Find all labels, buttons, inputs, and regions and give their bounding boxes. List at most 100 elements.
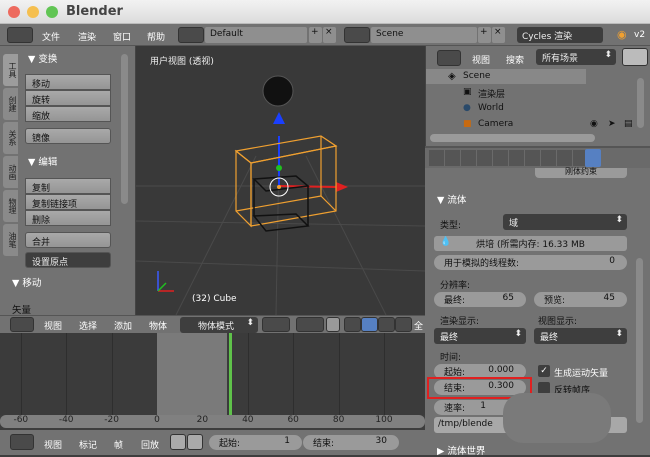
move-operator-panel-header[interactable]: ▼ 移动 [12, 275, 41, 289]
menu-timeline-view[interactable]: 视图 [44, 438, 62, 451]
threads-field[interactable]: 用于模拟的线程数: 0 [434, 255, 627, 270]
duplicate-button[interactable]: 复制 [25, 178, 111, 194]
bake-button[interactable]: 💧 烘培 (所需内存: 16.33 MB [434, 236, 627, 251]
add-scene-icon[interactable]: + [478, 27, 491, 43]
tab-physics[interactable]: 物理 [3, 190, 18, 222]
motion-vectors-checkbox[interactable]: ✓ [538, 365, 550, 377]
final-resolution-field[interactable]: 最终: 65 [434, 292, 526, 307]
shading-selector[interactable] [262, 317, 290, 332]
minimize-button[interactable] [27, 6, 39, 18]
duplicate-linked-button[interactable]: 复制链接项 [25, 194, 111, 210]
start-frame-value: 1 [284, 436, 290, 446]
menu-playback[interactable]: 回放 [141, 438, 159, 451]
menu-select[interactable]: 选择 [79, 319, 97, 332]
blender-logo-icon: ◉ [617, 28, 627, 41]
end-frame-field[interactable]: 结束: 30 [303, 435, 399, 450]
delete-button[interactable]: 删除 [25, 210, 111, 226]
outliner-item-world[interactable]: World [478, 103, 504, 113]
menu-view[interactable]: 视图 [44, 319, 62, 332]
tab-tools[interactable]: 工具 [3, 54, 18, 86]
tab-animation[interactable]: 动画 [3, 156, 18, 188]
3d-viewport[interactable]: 用户视图 (透视) (32) Cube [136, 46, 425, 315]
menu-help[interactable]: 帮助 [147, 30, 165, 43]
timeline-grid-line [20, 333, 22, 415]
mode-selector[interactable]: 物体模式 [180, 317, 258, 333]
menu-outliner-view[interactable]: 视图 [472, 53, 490, 66]
outliner-hscrollbar[interactable] [430, 134, 595, 142]
scale-button[interactable]: 缩放 [25, 106, 111, 122]
layout-selector[interactable]: Default [205, 27, 307, 43]
remove-layout-icon[interactable]: × [323, 27, 336, 43]
scene-view [136, 75, 425, 315]
menu-render[interactable]: 渲染 [78, 30, 96, 43]
selectable-cursor-icon[interactable]: ➤ [608, 119, 616, 129]
rotate-manipulator-icon[interactable] [378, 317, 395, 332]
outliner-item-scene[interactable]: Scene [463, 71, 490, 81]
timeline-ruler[interactable]: -60 -40 -20 0 20 40 60 80 100 [0, 415, 425, 428]
timeline-tick-label: 100 [375, 415, 393, 425]
orientation-selector[interactable]: 全 [414, 319, 423, 332]
add-layout-icon[interactable]: + [309, 27, 322, 43]
mirror-button[interactable]: 镜像 [25, 128, 111, 144]
menu-object[interactable]: 物体 [149, 319, 167, 332]
outliner-scrollbar[interactable] [637, 78, 644, 128]
z-arrow [273, 112, 285, 124]
view-display-selector[interactable]: 最终 [534, 328, 627, 344]
editor-type-cube-icon[interactable] [10, 317, 34, 332]
timeline[interactable] [0, 333, 431, 415]
scale-manipulator-icon[interactable] [395, 317, 412, 332]
join-button[interactable]: 合并 [25, 232, 111, 248]
move-button[interactable]: 移动 [25, 74, 111, 90]
preview-range-icon[interactable] [170, 434, 186, 450]
info-editor-type-icon[interactable] [7, 27, 33, 43]
rotate-button[interactable]: 旋转 [25, 90, 111, 106]
menu-add[interactable]: 添加 [114, 319, 132, 332]
start-frame-field[interactable]: 起始: 1 [209, 435, 302, 450]
render-display-selector[interactable]: 最终 [434, 328, 526, 344]
scene-selector[interactable]: Scene [371, 27, 477, 43]
speed-label: 速率: [444, 404, 466, 414]
render-engine-selector[interactable]: Cycles 渲染 [517, 27, 603, 43]
tab-grease-pencil[interactable]: 油笔 [3, 224, 18, 256]
pivot-selector[interactable] [296, 317, 324, 332]
properties-scrollbar[interactable] [636, 258, 643, 423]
outliner-item-render-layers[interactable]: 渲染层 [478, 87, 505, 100]
menu-frame[interactable]: 帧 [114, 438, 123, 451]
render-camera-icon[interactable]: ▤ [624, 119, 633, 129]
search-icon[interactable] [622, 48, 648, 66]
property-context-tabs[interactable] [429, 150, 599, 166]
set-origin-dropdown[interactable]: 设置原点 [25, 252, 111, 268]
tab-relations[interactable]: 关系 [3, 122, 18, 154]
outliner: 视图 搜索 所有场景 ◈ Scene ▣ 渲染层 ● World ■ Camer… [425, 46, 650, 146]
translate-manipulator-icon[interactable] [361, 317, 378, 332]
view-display-label: 视图显示: [538, 317, 578, 327]
preview-resolution-field[interactable]: 预览: 45 [534, 292, 627, 307]
physics-tab-icon[interactable] [585, 149, 601, 167]
layout-icon[interactable] [178, 27, 204, 43]
tab-create[interactable]: 创建 [3, 88, 18, 120]
close-button[interactable] [8, 6, 20, 18]
scene-icon[interactable] [344, 27, 370, 43]
current-frame-marker[interactable] [228, 333, 232, 415]
menu-search[interactable]: 搜索 [506, 53, 524, 66]
fluid-type-selector[interactable]: 域 [503, 214, 627, 230]
menu-marker[interactable]: 标记 [79, 438, 97, 451]
outliner-editor-icon[interactable] [437, 50, 461, 66]
outliner-item-camera[interactable]: Camera [478, 119, 513, 129]
rigid-body-constraint-button[interactable]: 刚体约束 [535, 168, 627, 178]
menu-window[interactable]: 窗口 [113, 30, 131, 43]
toolshelf-scrollbar[interactable] [121, 54, 128, 204]
visibility-eye-icon[interactable]: ◉ [590, 119, 598, 129]
snap-icon[interactable] [326, 317, 340, 332]
fluid-panel-header[interactable]: ▼ 流体 [437, 192, 466, 206]
time-label: 时间: [440, 353, 462, 363]
edit-panel-header[interactable]: ▼ 编辑 [28, 154, 57, 168]
maximize-button[interactable] [46, 6, 58, 18]
lock-icon[interactable] [187, 434, 203, 450]
timeline-editor-icon[interactable] [10, 434, 34, 450]
remove-scene-icon[interactable]: × [492, 27, 505, 43]
menu-file[interactable]: 文件 [42, 30, 60, 43]
manipulator-icon[interactable] [344, 317, 361, 332]
display-mode-selector[interactable]: 所有场景 [536, 49, 616, 65]
transform-panel-header[interactable]: ▼ 变换 [28, 51, 57, 65]
